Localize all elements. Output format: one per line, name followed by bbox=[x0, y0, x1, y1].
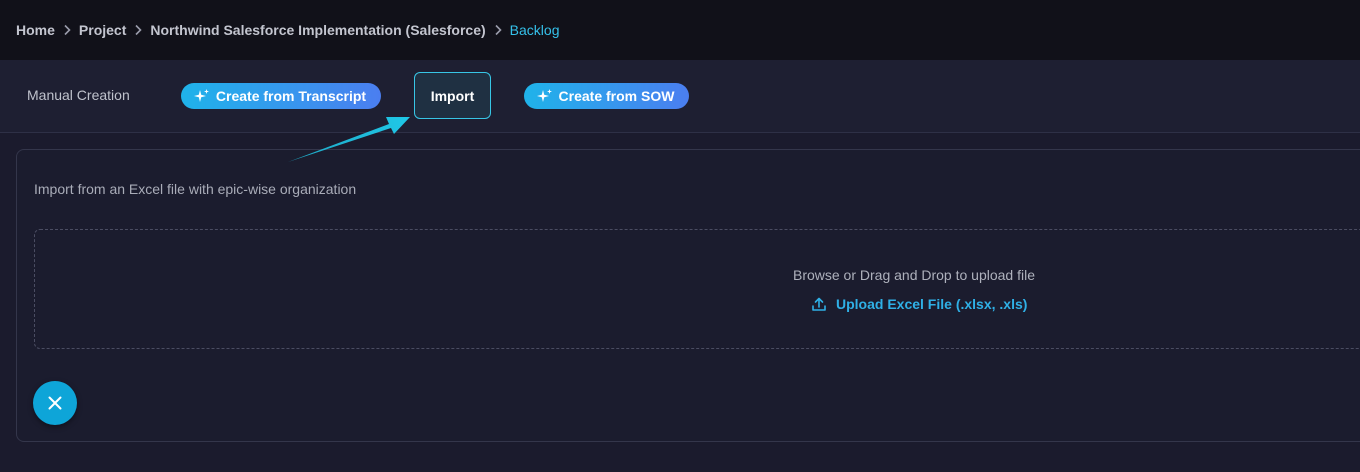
tab-manual-creation[interactable]: Manual Creation bbox=[27, 87, 130, 103]
create-from-sow-button[interactable]: Create from SOW bbox=[524, 83, 689, 109]
chevron-right-icon bbox=[126, 23, 150, 37]
breadcrumb-project[interactable]: Project bbox=[79, 22, 126, 38]
breadcrumb-home[interactable]: Home bbox=[16, 22, 55, 38]
create-from-transcript-button[interactable]: Create from Transcript bbox=[181, 83, 381, 109]
creation-tabs: Manual Creation Create from Transcript I… bbox=[0, 60, 1360, 133]
breadcrumb-project-name[interactable]: Northwind Salesforce Implementation (Sal… bbox=[150, 22, 485, 38]
top-bar: Home Project Northwind Salesforce Implem… bbox=[0, 0, 1360, 60]
chevron-right-icon bbox=[486, 23, 510, 37]
sparkle-icon bbox=[193, 88, 210, 104]
tab-import[interactable]: Import bbox=[414, 72, 491, 119]
tab-import-label: Import bbox=[430, 87, 475, 104]
upload-excel-button[interactable]: Upload Excel File (.xlsx, .xls) bbox=[811, 296, 1027, 312]
create-from-sow-label: Create from SOW bbox=[558, 88, 675, 104]
close-icon bbox=[47, 395, 63, 411]
import-description: Import from an Excel file with epic-wise… bbox=[34, 181, 357, 197]
close-fab-button[interactable] bbox=[33, 381, 77, 425]
upload-icon bbox=[811, 296, 827, 312]
import-panel: Import from an Excel file with epic-wise… bbox=[16, 149, 1360, 442]
upload-excel-label: Upload Excel File (.xlsx, .xls) bbox=[836, 296, 1028, 312]
breadcrumb-current: Backlog bbox=[509, 22, 560, 38]
create-from-transcript-label: Create from Transcript bbox=[215, 88, 367, 104]
file-dropzone[interactable]: Browse or Drag and Drop to upload file U… bbox=[34, 229, 1360, 349]
sparkle-icon bbox=[536, 88, 553, 104]
chevron-right-icon bbox=[55, 23, 79, 37]
dropzone-text: Browse or Drag and Drop to upload file bbox=[792, 267, 1036, 283]
breadcrumb: Home Project Northwind Salesforce Implem… bbox=[16, 22, 559, 38]
